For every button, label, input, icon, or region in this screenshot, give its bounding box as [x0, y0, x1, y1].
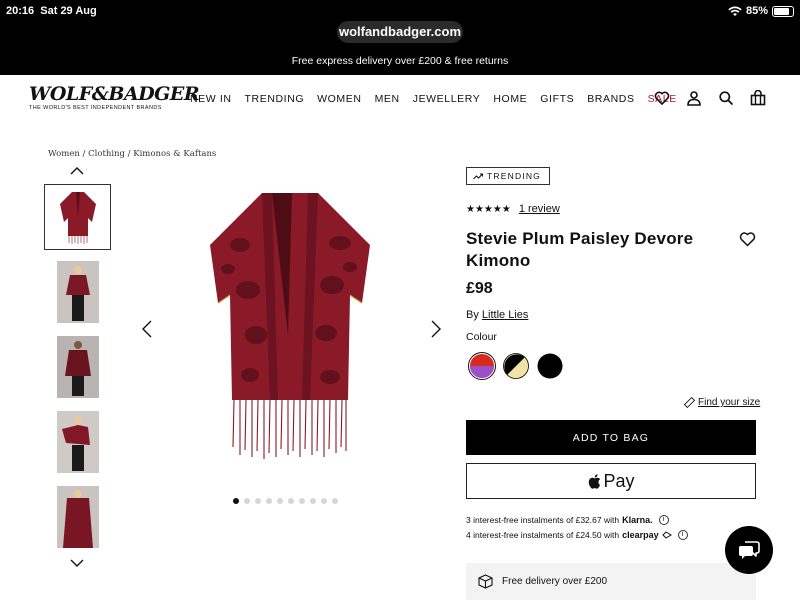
swatch-black-icon — [537, 353, 563, 379]
model-thumbnail-image — [56, 411, 99, 473]
find-size-link[interactable]: Find your size — [684, 397, 760, 408]
gallery-dot[interactable] — [255, 498, 261, 504]
apple-pay-label: Pay — [603, 470, 635, 491]
gallery-dot[interactable] — [299, 498, 305, 504]
gallery-dot[interactable] — [321, 498, 327, 504]
gallery-dots — [233, 498, 338, 504]
status-indicators: 85% — [728, 5, 794, 17]
battery-icon — [772, 5, 794, 17]
gallery-dot[interactable] — [332, 498, 338, 504]
thumbnail-2[interactable] — [44, 259, 111, 325]
bag-icon[interactable] — [750, 90, 766, 106]
chevron-down-icon[interactable] — [70, 558, 84, 568]
delivery-row: Free delivery over £200 — [478, 574, 607, 589]
delivery-text: Free delivery over £200 — [502, 576, 608, 587]
delivery-info-box: Free delivery over £200 — [466, 563, 756, 600]
heart-icon[interactable] — [654, 90, 670, 106]
date-text: Sat 29 Aug — [40, 5, 97, 17]
find-size-label: Find your size — [698, 397, 761, 408]
model-thumbnail-image — [56, 336, 99, 398]
colour-swatch-black-cream[interactable] — [502, 352, 530, 380]
swatch-black-cream-icon — [503, 353, 529, 379]
product-title: Stevie Plum Paisley Devore Kimono — [466, 229, 694, 270]
trending-badge: TRENDING — [466, 167, 550, 185]
logo[interactable]: WOLF&BADGER THE WORLD'S BEST INDEPENDENT… — [29, 83, 200, 111]
colour-label: Colour — [466, 331, 497, 343]
gallery-dot[interactable] — [233, 498, 239, 504]
klarna-text: 3 interest-free instalments of £32.67 wi… — [466, 515, 620, 525]
nav-item-new-in[interactable]: NEW IN — [190, 93, 232, 105]
klarna-logo: Klarna. — [622, 515, 653, 525]
colour-swatches — [468, 352, 564, 380]
klarna-installments: 3 interest-free instalments of £32.67 wi… — [466, 515, 669, 525]
promo-banner: Free express delivery over £200 & free r… — [291, 55, 509, 67]
apple-pay-button[interactable]: Pay — [466, 463, 756, 499]
clearpay-info-icon[interactable]: i — [677, 530, 688, 540]
nav-item-trending[interactable]: TRENDING — [245, 93, 305, 105]
chevron-up-icon[interactable] — [70, 166, 84, 176]
chevron-right-icon[interactable] — [430, 320, 442, 338]
search-icon[interactable] — [718, 90, 734, 106]
logo-tagline: THE WORLD'S BEST INDEPENDENT BRANDS — [29, 105, 162, 111]
add-to-bag-button[interactable]: ADD TO BAG — [466, 420, 756, 455]
nav-icons — [654, 90, 766, 106]
clearpay-installments: 4 interest-free instalments of £24.50 wi… — [466, 530, 688, 540]
logo-wordmark: WOLF&BADGER — [29, 83, 200, 105]
model-thumbnail-image — [56, 261, 99, 323]
gallery-dot[interactable] — [277, 498, 283, 504]
nav-item-women[interactable]: WOMEN — [317, 93, 361, 105]
clearpay-text: 4 interest-free instalments of £24.50 wi… — [466, 530, 620, 540]
battery-text: 85% — [745, 5, 768, 17]
reviews-link[interactable]: 1 review — [519, 203, 560, 215]
trending-badge-label: TRENDING — [487, 171, 541, 181]
gallery-dot[interactable] — [288, 498, 294, 504]
brand-line: By Little Lies — [466, 309, 528, 321]
thumbnail-4[interactable] — [44, 409, 111, 475]
battery-fill — [774, 7, 790, 15]
nav-item-brands[interactable]: BRANDS — [587, 93, 634, 105]
browser-top-bar: 20:16 Sat 29 Aug 85% wolfandbadger.com F… — [0, 0, 800, 75]
thumbnail-3[interactable] — [44, 334, 111, 400]
chevron-left-icon[interactable] — [141, 320, 153, 338]
url-bar[interactable]: wolfandbadger.com — [337, 21, 463, 43]
nav-item-jewellery[interactable]: JEWELLERY — [413, 93, 481, 105]
colour-swatch-black[interactable] — [536, 352, 564, 380]
thumbnail-1[interactable] — [44, 184, 111, 250]
star-rating: ★★★★★ — [466, 203, 511, 215]
time-text: 20:16 — [6, 5, 35, 17]
kimono-thumbnail-image — [59, 192, 96, 244]
wishlist-heart-icon[interactable] — [739, 231, 756, 247]
colour-swatch-plum[interactable] — [468, 352, 496, 380]
apple-logo-icon — [589, 473, 601, 489]
model-thumbnail-image — [56, 486, 99, 548]
clearpay-arrows-icon — [661, 531, 672, 539]
gallery-dot[interactable] — [266, 498, 272, 504]
box-icon — [478, 574, 493, 589]
thumbnail-5[interactable] — [44, 484, 111, 550]
thumbnail-list — [44, 184, 111, 559]
nav-item-men[interactable]: MEN — [375, 93, 400, 105]
product-rating: ★★★★★ 1 review — [466, 203, 560, 215]
klarna-info-icon[interactable]: i — [658, 515, 669, 525]
breadcrumb[interactable]: Women / Clothing / Kimonos & Kaftans — [48, 149, 216, 159]
gallery-dot[interactable] — [244, 498, 250, 504]
chat-button[interactable] — [725, 526, 773, 574]
chat-bubble-icon — [738, 541, 760, 559]
swatch-plum-red-icon — [470, 354, 494, 378]
nav-links: NEW IN TRENDING WOMEN MEN JEWELLERY HOME… — [190, 93, 690, 105]
clearpay-logo: clearpay — [622, 530, 659, 540]
product-price: £98 — [466, 280, 493, 297]
brand-link[interactable]: Little Lies — [482, 309, 528, 321]
nav-item-gifts[interactable]: GIFTS — [540, 93, 574, 105]
main-nav: WOLF&BADGER THE WORLD'S BEST INDEPENDENT… — [0, 75, 800, 125]
ruler-icon — [684, 397, 695, 408]
status-time: 20:16 Sat 29 Aug — [6, 5, 97, 17]
brand-prefix: By — [466, 309, 479, 321]
gallery-dot[interactable] — [310, 498, 316, 504]
account-icon[interactable] — [686, 90, 702, 106]
nav-item-home[interactable]: HOME — [493, 93, 527, 105]
trending-arrow-icon — [473, 173, 483, 179]
wifi-icon — [728, 6, 742, 16]
product-main-image — [210, 193, 370, 459]
